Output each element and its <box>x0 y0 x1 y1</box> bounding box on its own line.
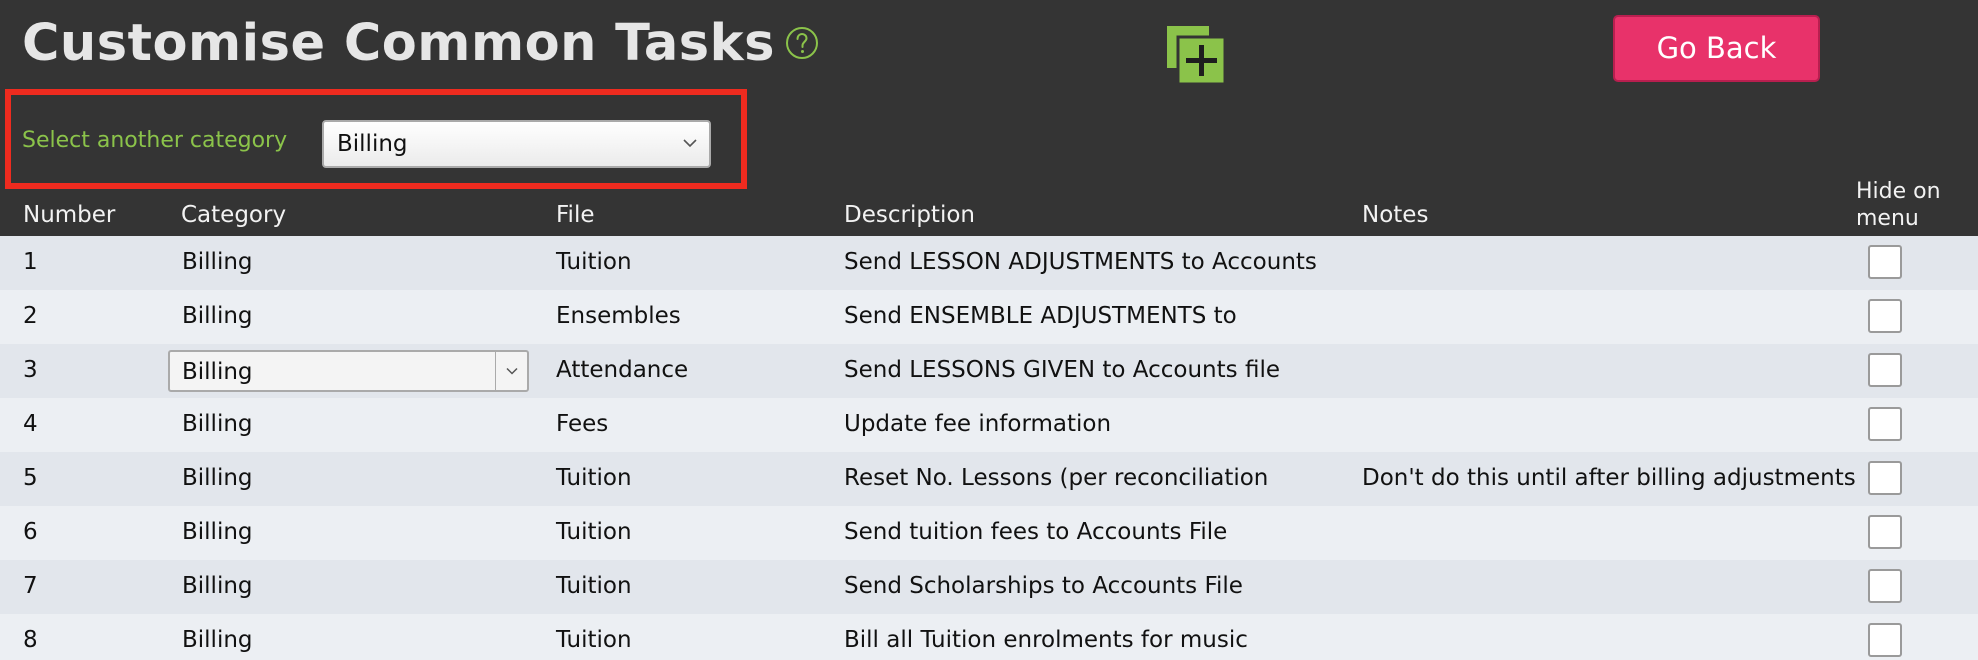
row-description: Send Scholarships to Accounts File <box>844 573 1243 599</box>
row-category: Billing <box>182 465 253 491</box>
column-header-category: Category <box>181 202 287 228</box>
row-number: 2 <box>23 303 38 329</box>
row-number: 4 <box>23 411 38 437</box>
row-number: 5 <box>23 465 38 491</box>
column-header-number: Number <box>23 202 116 228</box>
table-row[interactable]: 8 Billing Tuition Bill all Tuition enrol… <box>0 614 1978 660</box>
column-header-file: File <box>556 202 595 228</box>
chevron-down-icon <box>683 139 697 148</box>
row-category-select-value: Billing <box>182 359 253 385</box>
row-file: Ensembles <box>556 303 681 329</box>
row-category: Billing <box>182 411 253 437</box>
column-header-hide-line1: Hide on <box>1856 179 1941 204</box>
row-description: Send LESSON ADJUSTMENTS to Accounts <box>844 249 1317 275</box>
help-circle-icon[interactable] <box>785 26 819 60</box>
row-file: Tuition <box>556 627 632 653</box>
row-category: Billing <box>182 573 253 599</box>
row-description: Send tuition fees to Accounts File <box>844 519 1228 545</box>
hide-on-menu-checkbox[interactable] <box>1868 461 1902 495</box>
table-row[interactable]: 2 Billing Ensembles Send ENSEMBLE ADJUST… <box>0 290 1978 344</box>
row-number: 6 <box>23 519 38 545</box>
row-number: 8 <box>23 627 38 653</box>
table-row[interactable]: 3 Billing Attendance Send LESSONS GIVEN … <box>0 344 1978 398</box>
column-header-description: Description <box>844 202 975 228</box>
row-category: Billing <box>182 249 253 275</box>
row-number: 3 <box>23 357 38 383</box>
row-number: 7 <box>23 573 38 599</box>
hide-on-menu-checkbox[interactable] <box>1868 515 1902 549</box>
category-filter-select[interactable]: Billing <box>322 120 711 168</box>
hide-on-menu-checkbox[interactable] <box>1868 353 1902 387</box>
row-notes: Don't do this until after billing adjust… <box>1362 465 1856 491</box>
row-description: Bill all Tuition enrolments for music <box>844 627 1248 653</box>
select-divider <box>495 352 496 390</box>
row-description: Update fee information <box>844 411 1112 437</box>
hide-on-menu-checkbox[interactable] <box>1868 245 1902 279</box>
page-title: Customise Common Tasks <box>22 14 775 73</box>
hide-on-menu-checkbox[interactable] <box>1868 569 1902 603</box>
chevron-down-icon <box>506 367 518 375</box>
row-description: Send LESSONS GIVEN to Accounts file <box>844 357 1280 383</box>
hide-on-menu-checkbox[interactable] <box>1868 407 1902 441</box>
hide-on-menu-checkbox[interactable] <box>1868 299 1902 333</box>
column-header-hide-line2: menu <box>1856 206 1919 231</box>
column-header-hide-on-menu: Hide on menu <box>1856 178 1941 232</box>
row-file: Tuition <box>556 249 632 275</box>
row-file: Tuition <box>556 573 632 599</box>
table-row[interactable]: 5 Billing Tuition Reset No. Lessons (per… <box>0 452 1978 506</box>
row-file: Tuition <box>556 519 632 545</box>
table-row[interactable]: 1 Billing Tuition Send LESSON ADJUSTMENT… <box>0 236 1978 290</box>
table-row[interactable]: 6 Billing Tuition Send tuition fees to A… <box>0 506 1978 560</box>
row-description: Send ENSEMBLE ADJUSTMENTS to <box>844 303 1237 329</box>
table-row[interactable]: 4 Billing Fees Update fee information <box>0 398 1978 452</box>
page: Customise Common Tasks Go Back Select an… <box>0 0 1978 660</box>
row-category: Billing <box>182 519 253 545</box>
row-category: Billing <box>182 627 253 653</box>
table-header: Number Category File Description Notes H… <box>0 178 1978 236</box>
row-file: Tuition <box>556 465 632 491</box>
go-back-button[interactable]: Go Back <box>1613 15 1820 82</box>
table-body: 1 Billing Tuition Send LESSON ADJUSTMENT… <box>0 236 1978 660</box>
hide-on-menu-checkbox[interactable] <box>1868 623 1902 657</box>
category-filter-value: Billing <box>337 131 408 157</box>
row-file: Fees <box>556 411 609 437</box>
add-copy-icon[interactable] <box>1165 24 1227 86</box>
category-filter-label: Select another category <box>22 128 288 153</box>
row-number: 1 <box>23 249 38 275</box>
row-category-select[interactable]: Billing <box>168 350 529 392</box>
table-row[interactable]: 7 Billing Tuition Send Scholarships to A… <box>0 560 1978 614</box>
row-description: Reset No. Lessons (per reconciliation <box>844 465 1269 491</box>
row-file: Attendance <box>556 357 689 383</box>
column-header-notes: Notes <box>1362 202 1429 228</box>
row-category: Billing <box>182 303 253 329</box>
